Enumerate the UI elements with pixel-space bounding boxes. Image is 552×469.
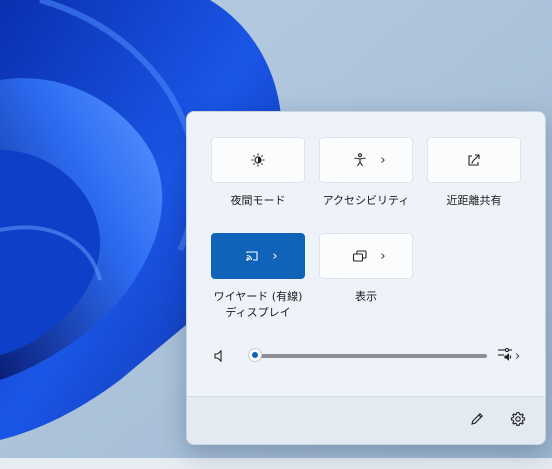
audio-output-button[interactable]: › [497, 346, 527, 366]
edit-quick-settings-button[interactable] [467, 411, 487, 431]
chevron-right-icon: › [380, 248, 386, 264]
accessibility-icon [352, 152, 368, 168]
chevron-right-icon: › [515, 348, 521, 364]
night-light-label: 夜間モード [230, 194, 286, 207]
settings-button[interactable] [508, 411, 528, 431]
taskbar [0, 458, 552, 469]
project-toggle[interactable]: › [319, 233, 413, 279]
quick-settings-footer [187, 396, 545, 444]
gear-icon [510, 411, 526, 431]
nearby-share-toggle[interactable] [427, 137, 521, 183]
project-label: 表示 [355, 290, 377, 303]
accessibility-toggle[interactable]: › [319, 137, 413, 183]
night-light-icon [250, 152, 266, 168]
quick-settings-panel: 夜間モード › アクセシビリティ 近距離共有 › ワイヤード (有線) ディスプ… [186, 111, 546, 445]
night-light-toggle[interactable] [211, 137, 305, 183]
cast-icon [244, 248, 260, 264]
chevron-right-icon: › [380, 152, 386, 168]
volume-slider[interactable] [248, 348, 487, 362]
nearby-share-label: 近距離共有 [446, 194, 502, 207]
chevron-right-icon: › [272, 248, 278, 264]
speaker-icon[interactable] [213, 348, 227, 367]
volume-row: › [187, 344, 545, 368]
pencil-icon [469, 411, 485, 431]
audio-output-icon [497, 346, 513, 366]
accessibility-label: アクセシビリティ [322, 194, 410, 207]
volume-slider-thumb[interactable] [248, 348, 262, 362]
wired-display-label: ワイヤード (有線) ディスプレイ [213, 290, 303, 319]
wired-display-toggle[interactable]: › [211, 233, 305, 279]
project-icon [352, 248, 368, 264]
nearby-share-icon [466, 152, 482, 168]
